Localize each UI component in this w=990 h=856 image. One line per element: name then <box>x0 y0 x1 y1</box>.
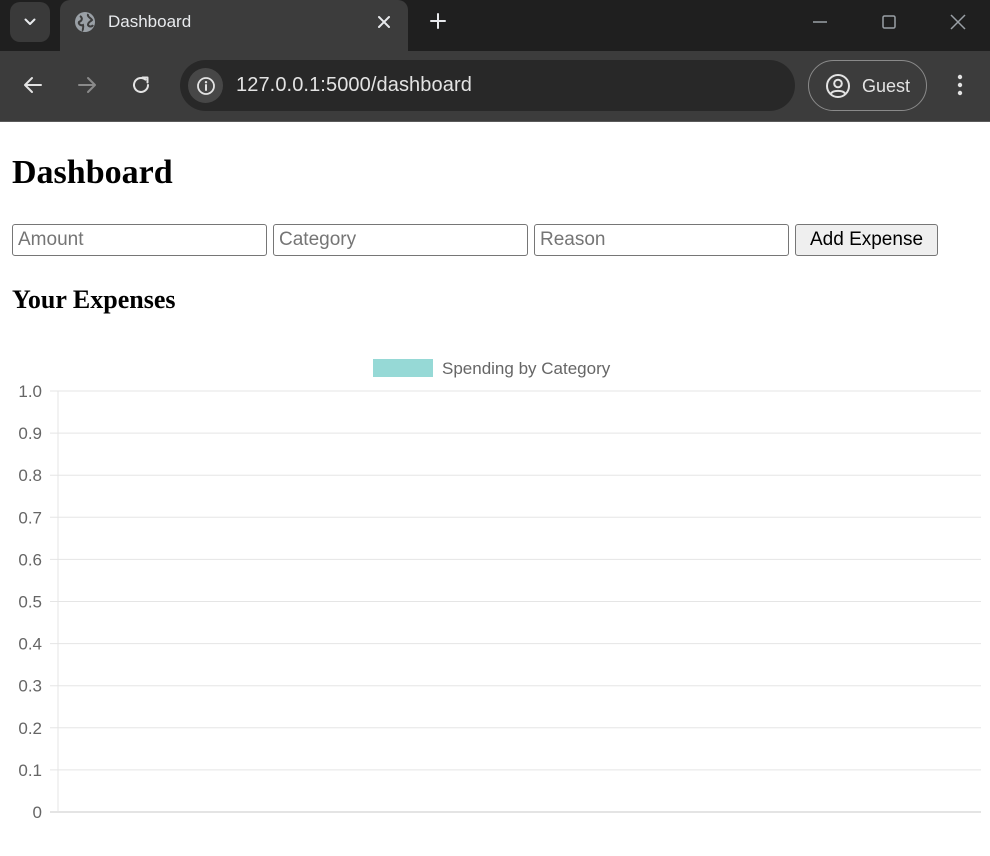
account-circle-icon <box>826 74 850 98</box>
y-tick-label: 0 <box>33 803 42 822</box>
y-tick-label: 0.3 <box>18 677 42 696</box>
window-close-button[interactable] <box>944 8 972 36</box>
maximize-icon <box>882 15 896 29</box>
address-bar[interactable]: 127.0.0.1:5000/dashboard <box>180 60 795 111</box>
profile-label: Guest <box>862 76 911 96</box>
more-vertical-icon <box>957 74 963 96</box>
tab-close-button[interactable] <box>372 10 396 34</box>
tab-search-button[interactable] <box>10 2 50 42</box>
y-tick-label: 0.7 <box>18 508 42 527</box>
y-tick-label: 0.4 <box>18 635 42 654</box>
spending-chart: 0 0.1 0.2 0.3 0.4 0.5 0.6 0.7 0.8 0.9 1.0 Spending… <box>18 359 981 822</box>
browser-tab-active[interactable]: Dashboard <box>60 0 408 51</box>
info-icon <box>196 76 215 95</box>
browser-menu-button[interactable] <box>946 71 974 99</box>
y-tick-label: 0.6 <box>18 550 42 569</box>
reason-input[interactable] <box>534 224 789 256</box>
arrow-left-icon <box>24 77 42 93</box>
close-icon <box>378 16 390 28</box>
section-title: Your Expenses <box>12 285 176 314</box>
forward-button[interactable] <box>73 71 101 99</box>
page-title: Dashboard <box>12 154 173 191</box>
back-button[interactable] <box>19 71 47 99</box>
arrow-right-icon <box>78 77 96 93</box>
window-maximize-button[interactable] <box>875 8 903 36</box>
minimize-icon <box>813 21 827 23</box>
y-tick-label: 0.8 <box>18 466 42 485</box>
y-tick-label: 0.5 <box>18 593 42 612</box>
reload-button[interactable] <box>127 71 155 99</box>
category-input[interactable] <box>273 224 528 256</box>
chevron-down-icon <box>24 18 36 25</box>
reload-icon <box>133 76 149 93</box>
legend-swatch[interactable] <box>373 359 433 377</box>
browser-toolbar: 127.0.0.1:5000/dashboard Guest <box>0 51 990 121</box>
browser-titlebar: Dashboard <box>0 0 990 51</box>
plus-icon <box>430 13 446 29</box>
globe-icon <box>75 12 95 32</box>
legend-label[interactable]: Spending by Category <box>442 359 611 378</box>
y-tick-label: 0.1 <box>18 761 42 780</box>
close-icon <box>950 14 966 30</box>
add-expense-button[interactable]: Add Expense <box>795 224 938 256</box>
y-tick-label: 0.2 <box>18 719 42 738</box>
amount-input[interactable] <box>12 224 267 256</box>
profile-button[interactable]: Guest <box>808 60 927 111</box>
site-info-button[interactable] <box>188 68 223 103</box>
new-tab-button[interactable] <box>424 7 452 35</box>
y-tick-label: 1.0 <box>18 382 42 401</box>
tab-title: Dashboard <box>108 12 192 31</box>
page-content: Dashboard Add Expense Your Expenses 0 0.1… <box>0 122 990 856</box>
url-text[interactable]: 127.0.0.1:5000/dashboard <box>236 74 472 97</box>
y-tick-label: 0.9 <box>18 424 42 443</box>
window-minimize-button[interactable] <box>806 8 834 36</box>
